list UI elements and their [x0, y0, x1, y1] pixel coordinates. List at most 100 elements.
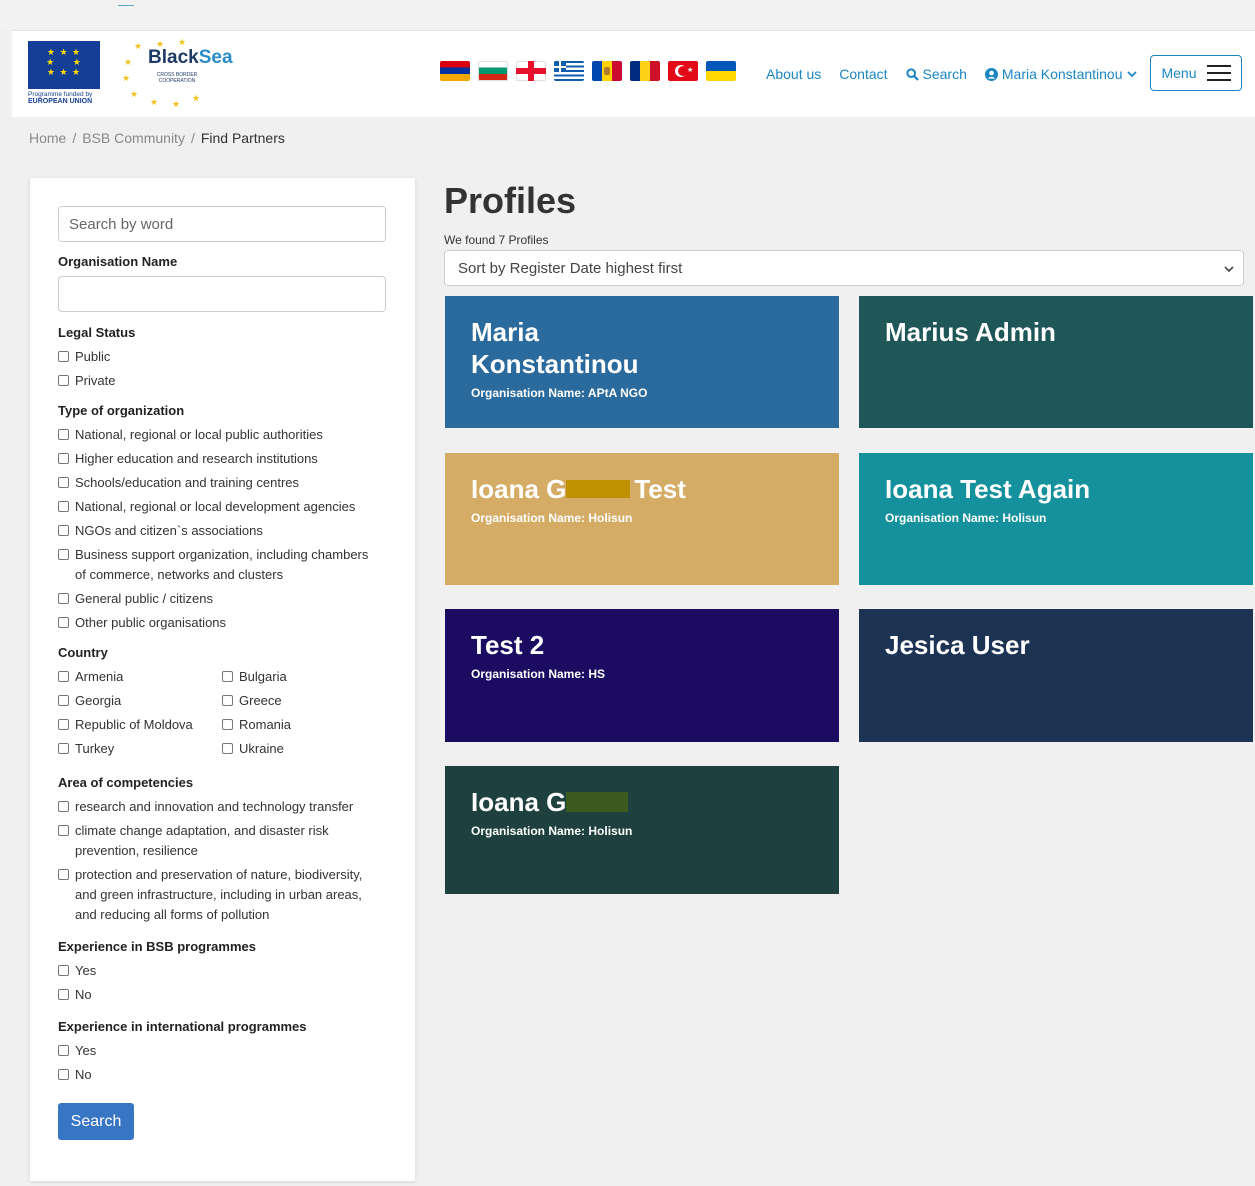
language-flags: ★: [440, 61, 736, 83]
sort-selected-value: Sort by Register Date highest first: [458, 259, 683, 277]
competency-option[interactable]: climate change adaptation, and disaster …: [58, 821, 388, 861]
country-option[interactable]: Romania: [222, 715, 386, 735]
checkbox[interactable]: [58, 525, 69, 536]
profile-card[interactable]: Ioana Test Again Organisation Name: Holi…: [859, 453, 1253, 585]
checkbox[interactable]: [58, 719, 69, 730]
country-option[interactable]: Ukraine: [222, 739, 386, 759]
checkbox[interactable]: [58, 1069, 69, 1080]
checkbox[interactable]: [58, 671, 69, 682]
international-experience-option[interactable]: No: [58, 1065, 388, 1085]
profile-organisation: Organisation Name: Holisun: [471, 824, 633, 838]
checkbox[interactable]: [58, 477, 69, 488]
checkbox[interactable]: [58, 965, 69, 976]
user-menu[interactable]: Maria Konstantinou: [984, 66, 1137, 82]
profile-organisation: Organisation Name: APtA NGO: [471, 386, 648, 400]
profile-card[interactable]: Maria Konstantinou Organisation Name: AP…: [445, 296, 839, 428]
competency-option[interactable]: protection and preservation of nature, b…: [58, 865, 388, 925]
checkbox[interactable]: [58, 351, 69, 362]
checkbox[interactable]: [58, 429, 69, 440]
checkbox[interactable]: [222, 743, 233, 754]
org-name-label: Organisation Name: [58, 254, 178, 269]
bsb-experience-label: Experience in BSB programmes: [58, 939, 256, 954]
organization-type-option[interactable]: Schools/education and training centres: [58, 473, 388, 493]
checkbox[interactable]: [58, 593, 69, 604]
checkbox[interactable]: [58, 375, 69, 386]
international-experience-label: Experience in international programmes: [58, 1019, 307, 1034]
romania-flag-icon[interactable]: [630, 61, 660, 81]
bsb-experience-option[interactable]: Yes: [58, 961, 388, 981]
organization-type-option[interactable]: Other public organisations: [58, 613, 388, 633]
checkbox[interactable]: [58, 989, 69, 1000]
legal-status-list: Public Private: [58, 347, 388, 391]
ukraine-flag-icon[interactable]: [706, 61, 736, 81]
checkbox[interactable]: [58, 549, 69, 560]
about-us-link[interactable]: About us: [766, 66, 821, 82]
contact-link[interactable]: Contact: [839, 66, 887, 82]
menu-button[interactable]: Menu: [1150, 55, 1242, 91]
moldova-flag-icon[interactable]: [592, 61, 622, 81]
international-experience-option[interactable]: Yes: [58, 1041, 388, 1061]
checkbox[interactable]: [58, 825, 69, 836]
sort-select[interactable]: Sort by Register Date highest first: [444, 250, 1244, 286]
logo-title: BlackSea: [148, 47, 233, 68]
turkey-flag-icon[interactable]: ★: [668, 61, 698, 81]
breadcrumb-current: Find Partners: [200, 130, 285, 146]
profile-card[interactable]: Ioana G Test Organisation Name: Holisun: [445, 453, 839, 585]
eu-flag-icon: ★ ★ ★ ★ ★ ★ ★ ★: [28, 41, 100, 89]
legal-status-option[interactable]: Private: [58, 371, 388, 391]
checkbox[interactable]: [58, 743, 69, 754]
country-option[interactable]: Republic of Moldova: [58, 715, 222, 735]
bulgaria-flag-icon[interactable]: [478, 61, 508, 81]
country-option[interactable]: Georgia: [58, 691, 222, 711]
profile-organisation: Organisation Name: HS: [471, 667, 606, 681]
profile-card[interactable]: Test 2 Organisation Name: HS: [445, 609, 839, 742]
user-name: Maria Konstantinou: [1001, 66, 1123, 82]
country-label: Country: [58, 645, 108, 660]
checkbox[interactable]: [222, 695, 233, 706]
search-button[interactable]: Search: [58, 1103, 134, 1140]
competency-option[interactable]: research and innovation and technology t…: [58, 797, 388, 817]
armenia-flag-icon[interactable]: [440, 61, 470, 81]
checkbox[interactable]: [222, 719, 233, 730]
search-link[interactable]: Search: [905, 66, 967, 82]
georgia-flag-icon[interactable]: [516, 61, 546, 81]
checkbox[interactable]: [58, 695, 69, 706]
breadcrumb-community[interactable]: BSB Community: [82, 130, 185, 146]
checkbox[interactable]: [58, 869, 69, 880]
black-sea-logo[interactable]: ★ ★ ★ ★ ★ ★ ★ ★ ★ BlackSea CROSS BORDER …: [120, 37, 233, 109]
checkbox[interactable]: [58, 801, 69, 812]
greece-flag-icon[interactable]: [554, 61, 584, 81]
checkbox[interactable]: [58, 453, 69, 464]
eu-logo[interactable]: ★ ★ ★ ★ ★ ★ ★ ★ Programme funded by EUROPE…: [28, 41, 114, 107]
country-option[interactable]: Greece: [222, 691, 386, 711]
search-input[interactable]: [58, 206, 386, 242]
country-option[interactable]: Bulgaria: [222, 667, 386, 687]
profile-organisation: Organisation Name: Holisun: [885, 511, 1047, 525]
chevron-down-icon: [1126, 71, 1137, 78]
top-strip: [0, 0, 1255, 30]
profile-name: Ioana G: [471, 786, 813, 818]
organization-type-option[interactable]: General public / citizens: [58, 589, 388, 609]
bsb-experience-option[interactable]: No: [58, 985, 388, 1005]
top-nav: About us Contact Search Maria Konstantin…: [766, 53, 1137, 95]
profile-card[interactable]: Jesica User: [859, 609, 1253, 742]
breadcrumb-home[interactable]: Home: [29, 130, 66, 146]
organization-type-option[interactable]: National, regional or local public autho…: [58, 425, 388, 445]
checkbox[interactable]: [222, 671, 233, 682]
legal-status-option[interactable]: Public: [58, 347, 388, 367]
organisation-name-input[interactable]: [58, 276, 386, 312]
organization-type-option[interactable]: National, regional or local development …: [58, 497, 388, 517]
search-icon: [905, 67, 919, 81]
checkbox[interactable]: [58, 1045, 69, 1056]
profile-card[interactable]: Marius Admin: [859, 296, 1253, 428]
checkbox[interactable]: [58, 617, 69, 628]
redaction-block: [566, 480, 631, 499]
profile-card[interactable]: Ioana G Organisation Name: Holisun: [445, 766, 839, 894]
organization-type-option[interactable]: Higher education and research institutio…: [58, 449, 388, 469]
country-option[interactable]: Armenia: [58, 667, 222, 687]
organization-type-option[interactable]: NGOs and citizen`s associations: [58, 521, 388, 541]
checkbox[interactable]: [58, 501, 69, 512]
organization-type-option[interactable]: Business support organization, including…: [58, 545, 388, 585]
profile-name: Jesica User: [885, 630, 1030, 660]
country-option[interactable]: Turkey: [58, 739, 222, 759]
